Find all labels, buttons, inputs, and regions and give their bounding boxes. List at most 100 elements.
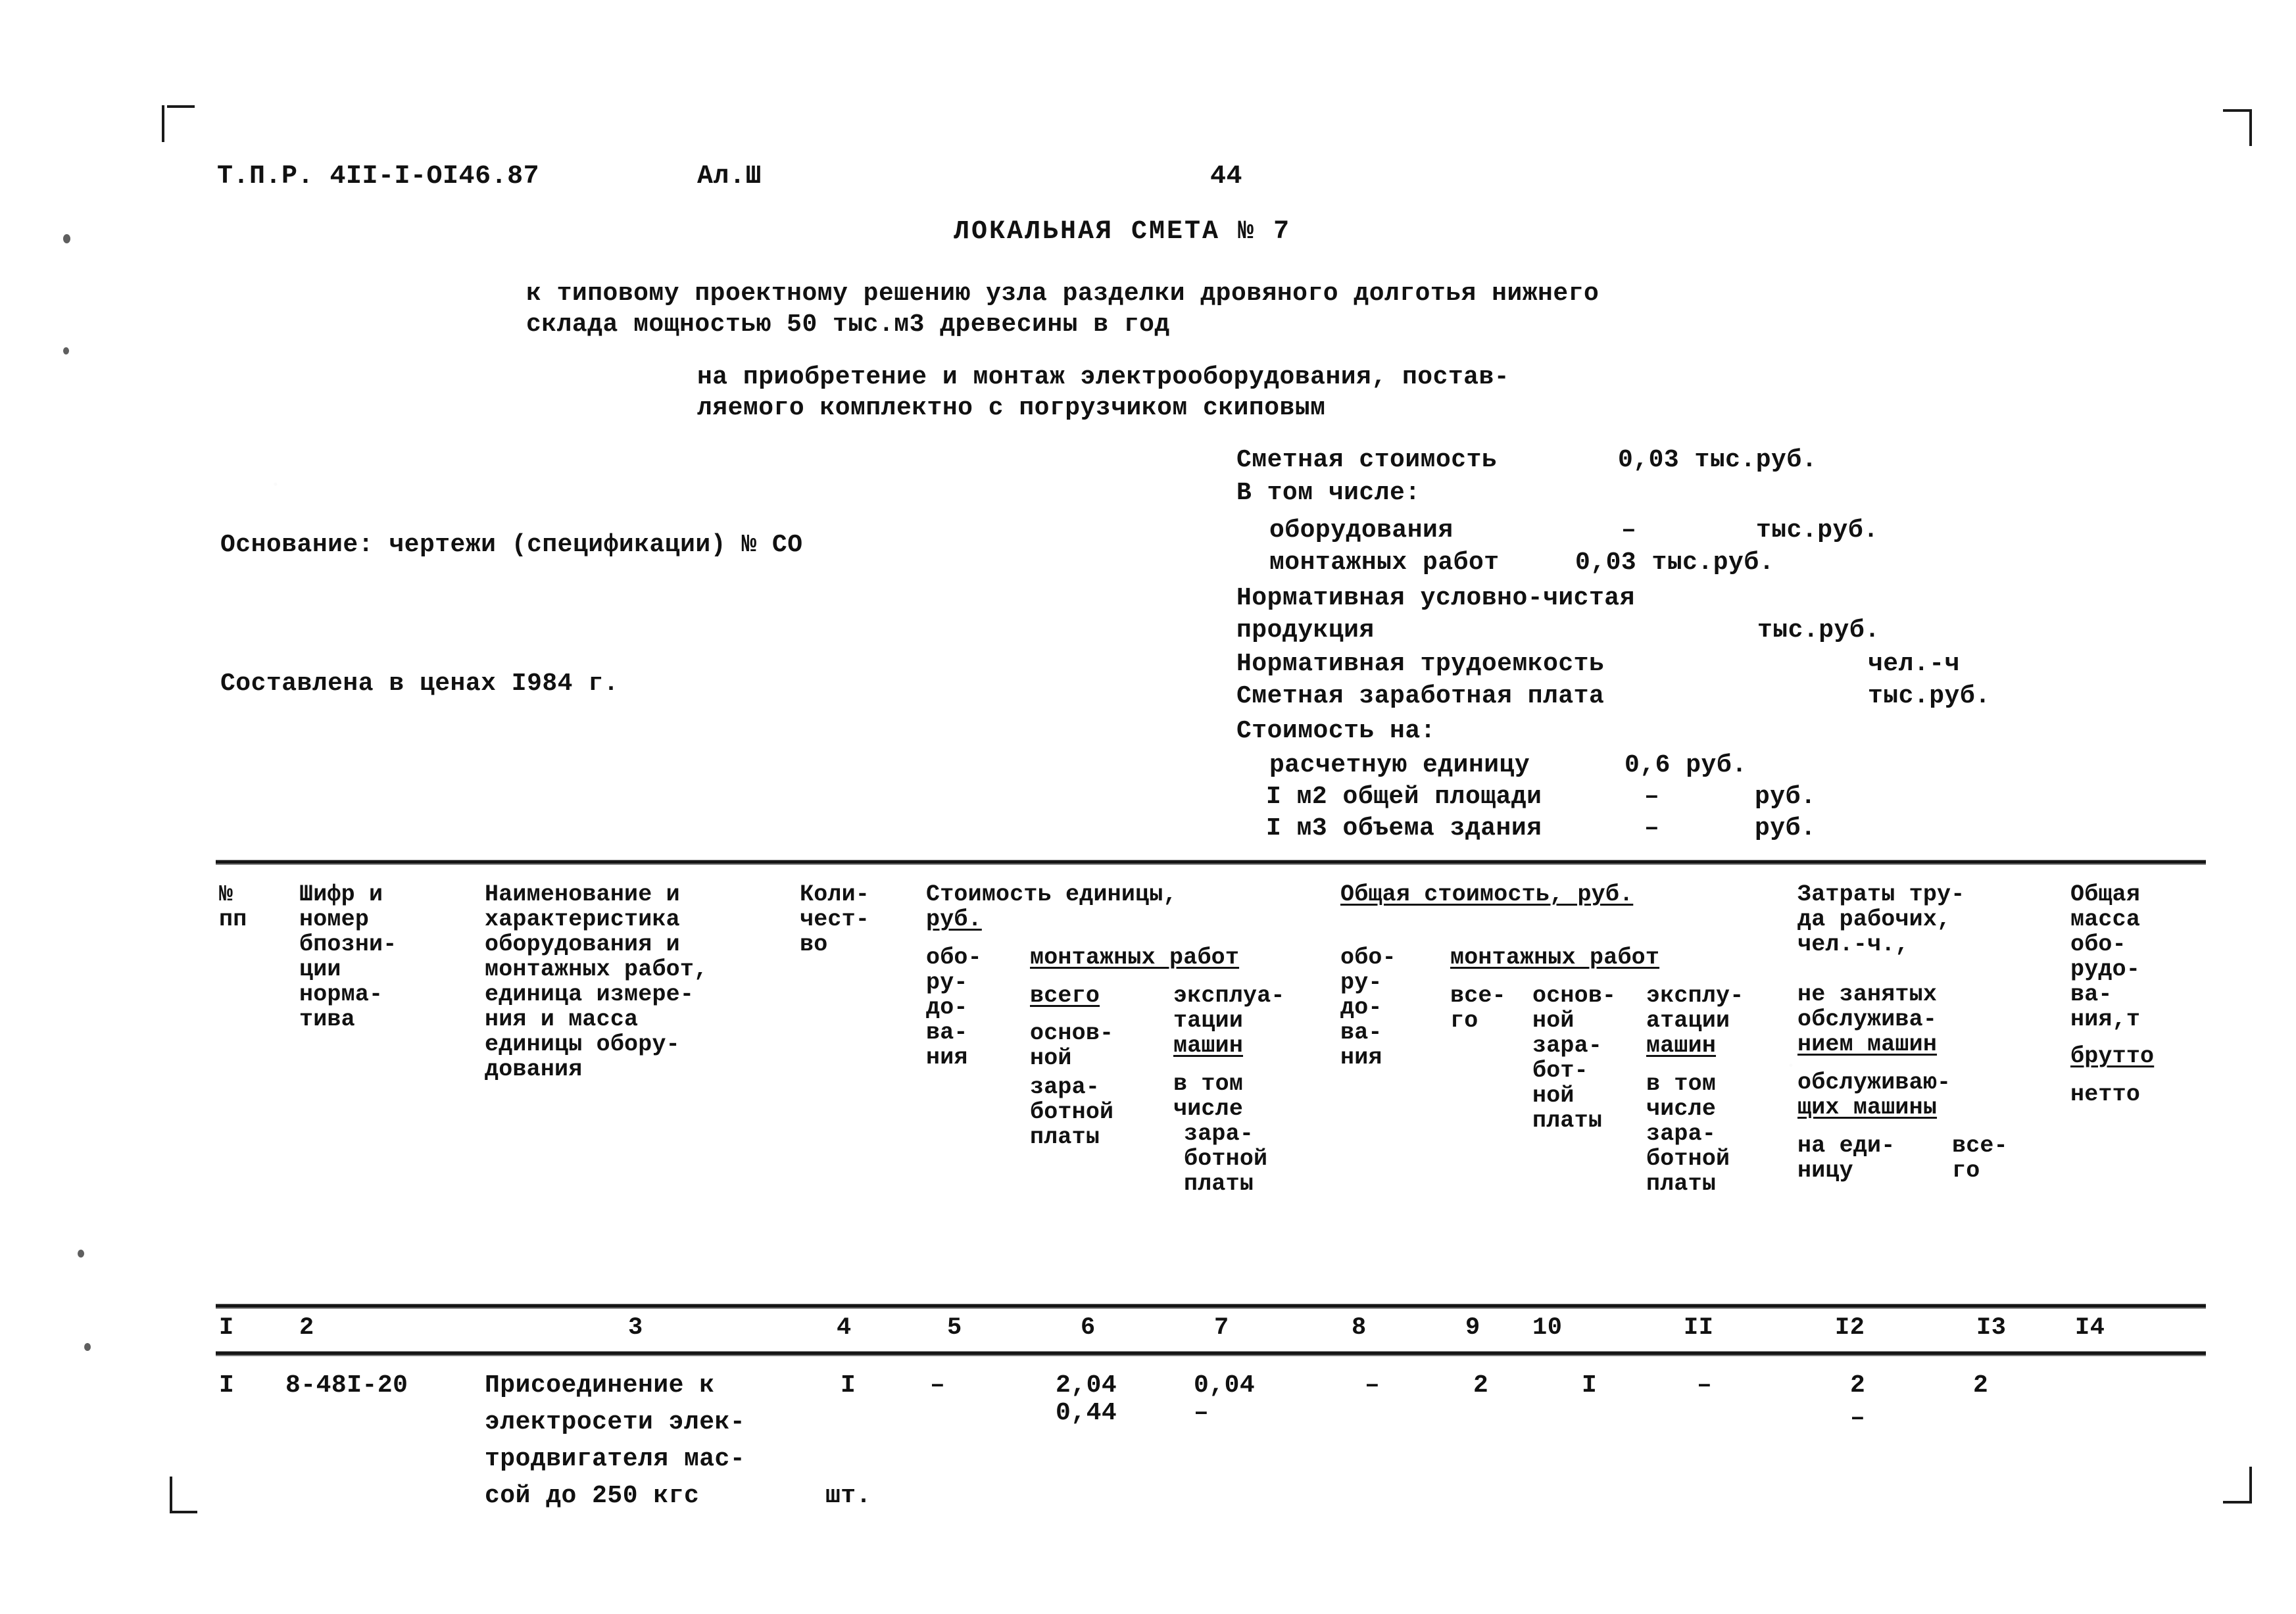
album-label: Ал.Ш xyxy=(697,162,762,191)
th-col8-line5: ния xyxy=(1340,1044,1382,1071)
row-qty: I xyxy=(841,1371,856,1400)
table-numbers-rule xyxy=(216,1352,2206,1355)
th-col14-line1: Общая xyxy=(2070,881,2141,908)
th-col4-line2: чест- xyxy=(800,906,870,933)
col-number-5: 5 xyxy=(947,1314,962,1342)
th-group-unit-cost: Стоимость единицы, xyxy=(926,881,1177,908)
th-col12-line10: ницу xyxy=(1797,1158,1853,1184)
th-col11-line1: эксплу- xyxy=(1646,983,1744,1009)
col-number-10: 10 xyxy=(1532,1314,1563,1342)
th-col3-line4: монтажных работ, xyxy=(485,956,708,983)
summary-labor-unit: чел.-ч xyxy=(1868,650,1960,678)
th-col3-line5: единица измере- xyxy=(485,981,695,1008)
th-col6-line1: всего xyxy=(1030,983,1100,1009)
col-number-11: II xyxy=(1684,1314,1714,1342)
th-col4-line3: во xyxy=(800,931,828,958)
summary-equipment-label: оборудования xyxy=(1269,516,1453,545)
th-col2-line6: тива xyxy=(299,1006,355,1033)
th-col6-line4: зара- xyxy=(1030,1074,1100,1100)
row-col12-per-unit: 2 xyxy=(1850,1371,1866,1400)
row-description-line-4: сой до 250 кгс xyxy=(485,1482,700,1510)
th-group-install-unit: монтажных работ xyxy=(1030,944,1240,971)
th-col6-line2: основ- xyxy=(1030,1020,1114,1046)
th-col11-line5: числе xyxy=(1646,1096,1717,1122)
th-col12-line5: обслужива- xyxy=(1797,1006,1938,1033)
th-col5-line1: обо- xyxy=(926,944,982,971)
summary-install-value: 0,03 тыс.руб. xyxy=(1575,549,1774,577)
th-col11-line7: ботной xyxy=(1646,1146,1730,1172)
summary-area-unit: руб. xyxy=(1755,783,1817,811)
th-col14-line7: брутто xyxy=(2070,1043,2155,1069)
row-col7-wage: – xyxy=(1194,1399,1209,1427)
row-description-line-1: Присоединение к xyxy=(485,1371,715,1400)
th-col14-line5: ва- xyxy=(2070,981,2113,1008)
purpose-line-1: на приобретение и монтаж электрооборудов… xyxy=(697,363,1510,391)
col-number-6: 6 xyxy=(1081,1314,1096,1342)
summary-ncp-unit: тыс.руб. xyxy=(1757,616,1880,645)
row-col6-total: 2,04 xyxy=(1056,1371,1117,1400)
th-col9-line2: го xyxy=(1450,1008,1478,1034)
row-col13: 2 xyxy=(1973,1371,1989,1400)
th-col10-line5: ной xyxy=(1532,1083,1575,1109)
page-title: ЛОКАЛЬНАЯ СМЕТА № 7 xyxy=(954,217,1292,247)
row-code: 8-48I-20 xyxy=(285,1371,408,1400)
th-col8-line2: ру- xyxy=(1340,969,1382,996)
summary-volume-label: I м3 объема здания xyxy=(1266,814,1542,843)
th-col12-line7: обслуживаю- xyxy=(1797,1069,1951,1096)
th-col5-line5: ния xyxy=(926,1044,968,1071)
row-col12-total: – xyxy=(1850,1404,1866,1432)
th-col5-line3: до- xyxy=(926,994,968,1021)
th-col13-line2: го xyxy=(1952,1158,1980,1184)
col-number-7: 7 xyxy=(1214,1314,1229,1342)
th-col2-line4: ции xyxy=(299,956,341,983)
table-row: I xyxy=(219,1371,235,1400)
basis-line: Основание: чертежи (спецификации) № СО xyxy=(220,531,803,559)
summary-volume-value: – xyxy=(1644,814,1660,843)
th-col14-line3: обо- xyxy=(2070,931,2126,958)
th-col7-line3: машин xyxy=(1173,1033,1244,1059)
summary-install-label: монтажных работ xyxy=(1269,549,1500,577)
summary-area-value: – xyxy=(1644,783,1660,811)
th-col6-line5: ботной xyxy=(1030,1099,1114,1125)
row-unit: шт. xyxy=(825,1482,871,1510)
th-col14-line6: ния,т xyxy=(2070,1006,2141,1033)
th-col11-line8: платы xyxy=(1646,1171,1717,1197)
th-group-total-cost: Общая стоимость, руб. xyxy=(1340,881,1634,908)
th-col10-line3: зара- xyxy=(1532,1033,1603,1059)
th-col14-line8: нетто xyxy=(2070,1081,2141,1108)
row-description-line-3: тродвигателя мас- xyxy=(485,1445,746,1473)
summary-unit-calc-label: расчетную единицу xyxy=(1269,751,1530,779)
col-number-2: 2 xyxy=(299,1314,314,1342)
summary-equipment-unit: тыс.руб. xyxy=(1756,516,1879,545)
th-col10-line6: платы xyxy=(1532,1108,1603,1134)
th-col14-line2: масса xyxy=(2070,906,2141,933)
table-top-rule xyxy=(216,860,2206,864)
document-code: Т.П.Р. 4II-I-OI46.87 xyxy=(217,162,540,191)
th-group-unit-cost-2: руб. xyxy=(926,906,982,933)
summary-ncp-label-2: продукция xyxy=(1236,616,1375,645)
th-col3-line6: ния и масса xyxy=(485,1006,639,1033)
summary-unit-calc-value: 0,6 руб. xyxy=(1624,751,1747,779)
col-number-3: 3 xyxy=(628,1314,643,1342)
th-col5-line2: ру- xyxy=(926,969,968,996)
th-col1-line2: пп xyxy=(219,906,247,933)
row-col11: – xyxy=(1697,1371,1713,1400)
th-col14-line4: рудо- xyxy=(2070,956,2141,983)
summary-ncp-label-1: Нормативная условно-чистая xyxy=(1236,584,1635,612)
purpose-line-2: ляемого комплектно с погрузчиком скиповы… xyxy=(697,394,1326,422)
summary-labor-label: Нормативная трудоемкость xyxy=(1236,650,1605,678)
th-col3-line7: единицы обору- xyxy=(485,1031,680,1058)
th-col6-line3: ной xyxy=(1030,1045,1072,1071)
th-col8-line3: до- xyxy=(1340,994,1382,1021)
summary-wage-unit: тыс.руб. xyxy=(1868,682,1991,710)
th-col11-line4: в том xyxy=(1646,1071,1717,1097)
th-col2-line5: норма- xyxy=(299,981,383,1008)
summary-including-label: В том числе: xyxy=(1236,479,1421,507)
row-col10: I xyxy=(1582,1371,1598,1400)
scan-speck xyxy=(84,1343,91,1351)
th-col10-line1: основ- xyxy=(1532,983,1617,1009)
th-col11-line6: зара- xyxy=(1646,1121,1717,1147)
th-col12-line4: не занятых xyxy=(1797,981,1938,1008)
th-col11-line2: атации xyxy=(1646,1008,1730,1034)
table-header-rule xyxy=(216,1304,2206,1308)
